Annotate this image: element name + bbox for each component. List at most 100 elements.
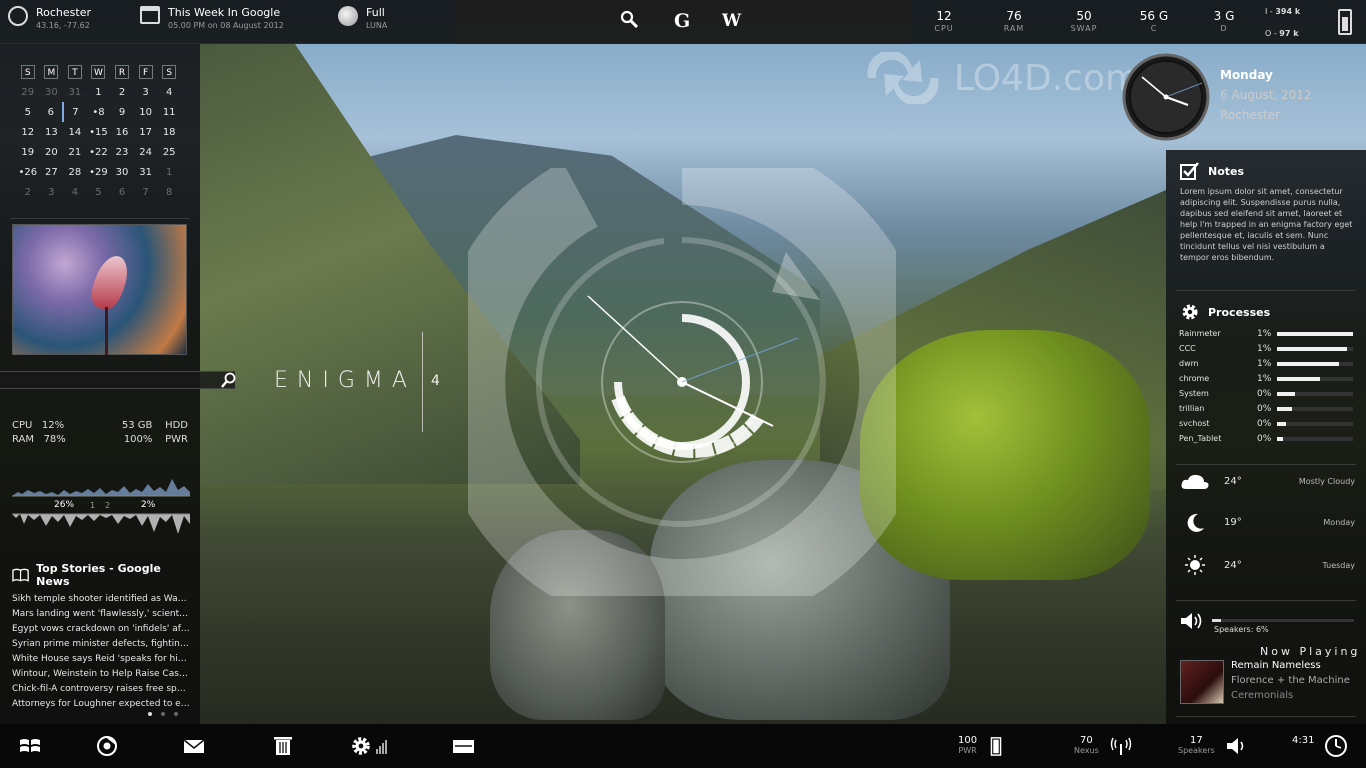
wallpaper-mossy-rock	[860, 330, 1150, 580]
mail-icon[interactable]	[183, 736, 205, 756]
calendar-day[interactable]: 24	[134, 142, 158, 162]
calendar-day[interactable]: 1	[157, 162, 181, 182]
calendar-day[interactable]: 5	[87, 182, 111, 202]
location-widget[interactable]: Rochester 43.16, -77.62	[8, 6, 91, 30]
weekday-header: S	[157, 62, 181, 82]
calendar-day[interactable]: 20	[40, 142, 64, 162]
wifi-status: 70 Nexus	[1074, 735, 1099, 755]
chrome-icon[interactable]	[96, 736, 118, 756]
enigma-launcher-ring[interactable]	[468, 168, 896, 596]
calendar-day[interactable]: 21	[63, 142, 87, 162]
power-button-icon[interactable]	[1324, 734, 1348, 758]
calendar-day[interactable]: 4	[63, 182, 87, 202]
news-item[interactable]: Syrian prime minister defects, fighting …	[12, 639, 190, 654]
notes-header[interactable]: Notes	[1180, 162, 1244, 180]
enigma-title: ENIGMA	[274, 368, 416, 393]
cpu-label: CPU	[12, 420, 33, 431]
calendar-day[interactable]: 3	[134, 82, 158, 102]
calendar-day[interactable]: 5	[16, 102, 40, 122]
calendar-day[interactable]: 9	[110, 102, 134, 122]
calendar-day[interactable]: •8	[87, 102, 111, 122]
windows-start-icon[interactable]	[19, 736, 41, 756]
calendar-day[interactable]: 14	[63, 122, 87, 142]
calendar-day[interactable]: 10	[134, 102, 158, 122]
news-item[interactable]: Chick-fil-A controversy raises free spee…	[12, 684, 190, 699]
calendar-day[interactable]: •29	[87, 162, 111, 182]
wifi-antenna-icon[interactable]	[1110, 736, 1132, 756]
calendar-day[interactable]: 27	[40, 162, 64, 182]
calendar-day[interactable]: 6	[39, 102, 65, 122]
calendar-day[interactable]: 28	[63, 162, 87, 182]
calendar-day[interactable]: 3	[40, 182, 64, 202]
news-item[interactable]: Wintour, Weinstein to Help Raise Cash fo…	[12, 669, 190, 684]
settings-gear-icon[interactable]	[350, 736, 388, 756]
news-pager[interactable]	[148, 712, 178, 716]
drive-c-stat: 56 G C	[1129, 9, 1179, 33]
weekday-label: R	[115, 65, 130, 79]
drive-icon[interactable]	[452, 736, 474, 756]
album-art[interactable]	[1180, 660, 1224, 704]
calendar-day[interactable]: 6	[110, 182, 134, 202]
volume-slider[interactable]	[1212, 619, 1354, 622]
calendar-day[interactable]: 2	[110, 82, 134, 102]
net-in: I - 394 k	[1265, 7, 1300, 16]
calendar-day[interactable]: •26	[16, 162, 40, 182]
news-title: Top Stories - Google News	[36, 562, 161, 588]
calendar-day[interactable]: 18	[157, 122, 181, 142]
calendar-day[interactable]: 23	[110, 142, 134, 162]
divider	[1176, 464, 1356, 465]
speaker-icon[interactable]	[1180, 612, 1204, 630]
date-widget: Monday 6 August, 2012 Rochester	[1220, 68, 1312, 122]
news-item[interactable]: Egypt vows crackdown on 'infidels' after…	[12, 624, 190, 639]
graph-value-left: 26%	[54, 500, 75, 510]
volume-control[interactable]: Speakers: 6%	[1180, 612, 1355, 634]
moon-phase-widget[interactable]: Full LUNA	[338, 6, 387, 30]
swap-stat: 50 SWAP	[1059, 9, 1109, 33]
calendar-day[interactable]: 30	[40, 82, 64, 102]
news-header[interactable]: Top Stories - Google News	[12, 562, 190, 588]
pager-dot[interactable]	[161, 712, 165, 716]
processes-header[interactable]: Processes	[1180, 302, 1270, 322]
calendar-day[interactable]: 12	[16, 122, 40, 142]
weather-forecast[interactable]: 19° Monday	[1180, 507, 1355, 537]
notes-text[interactable]: Lorem ipsum dolor sit amet, consectetur …	[1180, 186, 1355, 263]
calendar-day[interactable]: 11	[157, 102, 181, 122]
calendar-day[interactable]: 8	[157, 182, 181, 202]
calendar-event-widget[interactable]: This Week In Google 05.00 PM on 08 Augus…	[140, 6, 284, 30]
pager-dot[interactable]	[148, 712, 152, 716]
calendar-day[interactable]: 2	[16, 182, 40, 202]
calendar-day[interactable]: •15	[87, 122, 111, 142]
process-percent: 1%	[1257, 373, 1272, 384]
analog-clock[interactable]	[1122, 53, 1210, 141]
news-item[interactable]: Sikh temple shooter identified as Wade M…	[12, 594, 190, 609]
calendar-day[interactable]: 25	[157, 142, 181, 162]
calendar-day[interactable]: 4	[157, 82, 181, 102]
pager-dot[interactable]	[174, 712, 178, 716]
weekday-label: T	[67, 65, 82, 79]
calendar-day[interactable]: 31	[134, 162, 158, 182]
calendar-day[interactable]: 16	[110, 122, 134, 142]
trash-icon[interactable]	[272, 736, 294, 756]
net-out: O - 97 k	[1265, 29, 1299, 38]
calendar-day[interactable]: 7	[63, 102, 87, 122]
weather-forecast[interactable]: 24° Tuesday	[1180, 550, 1355, 580]
search-bar[interactable]	[0, 371, 235, 389]
google-search-button[interactable]: G	[674, 10, 690, 32]
calendar-day[interactable]: •22	[87, 142, 111, 162]
weather-current[interactable]: 24° Mostly Cloudy	[1180, 466, 1355, 496]
calendar-day[interactable]: 13	[40, 122, 64, 142]
news-item[interactable]: Mars landing went 'flawlessly,' scientis…	[12, 609, 190, 624]
search-icon[interactable]	[620, 10, 638, 28]
calendar-day[interactable]: 17	[134, 122, 158, 142]
news-item[interactable]: White House says Reid 'speaks for himsel…	[12, 654, 190, 669]
calendar-day[interactable]: 29	[16, 82, 40, 102]
search-icon[interactable]	[221, 372, 237, 388]
calendar-day[interactable]: 1	[87, 82, 111, 102]
calendar-day[interactable]: 30	[110, 162, 134, 182]
calendar-day[interactable]: 7	[134, 182, 158, 202]
wikipedia-search-button[interactable]: W	[722, 11, 741, 31]
calendar-day[interactable]: 31	[63, 82, 87, 102]
photo-frame[interactable]	[12, 224, 187, 355]
calendar-day[interactable]: 19	[16, 142, 40, 162]
speaker-icon[interactable]	[1226, 736, 1248, 756]
